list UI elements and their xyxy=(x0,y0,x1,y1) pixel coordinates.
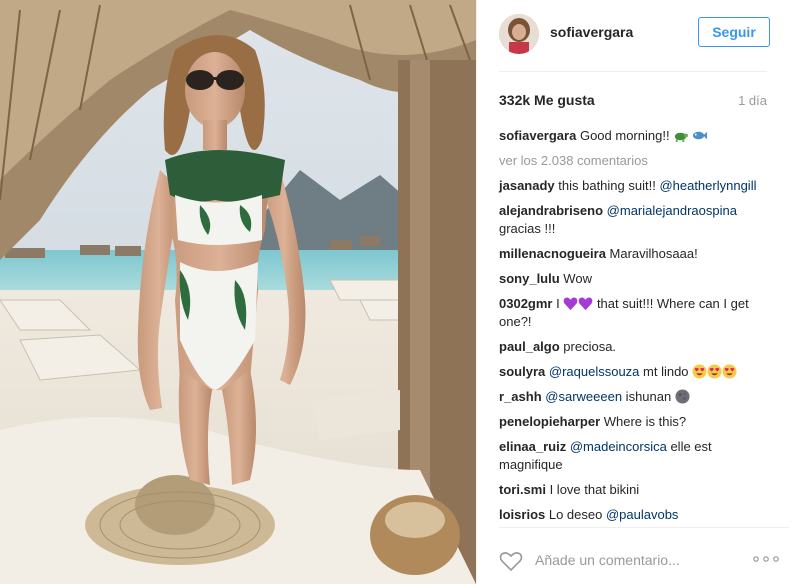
turtle-emoji-icon xyxy=(675,132,689,143)
view-all-comments-link[interactable]: ver los 2.038 comentarios xyxy=(499,152,769,170)
comment-username[interactable]: r_ashh xyxy=(499,389,542,404)
comment-row: loisrios Lo deseo @paulavobs xyxy=(499,506,769,524)
comment-username[interactable]: millenacnogueira xyxy=(499,246,606,261)
comment-row: 0302gmr I that suit!!! Where can I get o… xyxy=(499,295,769,331)
caption: sofiavergara Good morning!! xyxy=(499,127,769,145)
comment-rows: jasanady this bathing suit!! @heatherlyn… xyxy=(499,177,769,524)
comment-username[interactable]: loisrios xyxy=(499,507,545,522)
comment-row: millenacnogueira Maravilhosaaa! xyxy=(499,245,769,263)
comment-text: preciosa. xyxy=(559,339,617,354)
heart-eyes-emoji-icon xyxy=(692,364,707,379)
caption-text: Good morning!! xyxy=(579,128,670,143)
comments-list: sofiavergara Good morning!! ver los 2.03… xyxy=(499,127,769,531)
follow-button[interactable]: Seguir xyxy=(698,17,770,47)
mention-link[interactable]: @heatherlynngill xyxy=(659,178,756,193)
comment-text: gracias !!! xyxy=(499,221,556,236)
post-photo[interactable] xyxy=(0,0,476,584)
heart-outline-icon[interactable] xyxy=(499,550,523,572)
comment-username[interactable]: elinaa_ruiz xyxy=(499,439,566,454)
comment-username[interactable]: penelopieharper xyxy=(499,414,600,429)
comment-row: sony_lulu Wow xyxy=(499,270,769,288)
heart-eyes-emoji-icon xyxy=(722,364,737,379)
comment-text: this bathing suit!! xyxy=(554,178,660,193)
comment-row: r_ashh @sarweeeen ishunan xyxy=(499,388,769,406)
post-stats: 332k Me gusta 1 día xyxy=(499,92,767,110)
comment-row: penelopieharper Where is this? xyxy=(499,413,769,431)
comment-input[interactable]: Añade un comentario... xyxy=(535,552,680,568)
comment-username[interactable]: jasanady xyxy=(499,178,555,193)
comment-text: Maravilhosaaa! xyxy=(605,246,698,261)
avatar[interactable] xyxy=(499,14,539,54)
comment-text: mt lindo xyxy=(639,364,693,379)
avatar-image xyxy=(499,14,539,54)
likes-count[interactable]: 332k Me gusta xyxy=(499,92,595,108)
comment-text: I xyxy=(552,296,564,311)
comment-username[interactable]: tori.smi xyxy=(499,482,546,497)
heart-eyes-emoji-icon xyxy=(707,364,722,379)
comment-username[interactable]: soulyra xyxy=(499,364,545,379)
mention-link[interactable]: @paulavobs xyxy=(606,507,678,522)
post-photo-image xyxy=(0,0,476,584)
post-sidebar: sofiavergara Seguir 332k Me gusta 1 día … xyxy=(476,0,797,584)
comment-username[interactable]: 0302gmr xyxy=(499,296,552,311)
comment-text: Wow xyxy=(559,271,592,286)
mention-link[interactable]: @marialejandraospina xyxy=(607,203,737,218)
post-header: sofiavergara Seguir xyxy=(499,12,770,72)
comment-text: Where is this? xyxy=(600,414,687,429)
comment-username[interactable]: alejandrabriseno xyxy=(499,203,603,218)
comment-row: paul_algo preciosa. xyxy=(499,338,769,356)
comment-username[interactable]: paul_algo xyxy=(499,339,560,354)
purple-heart-emoji-icon xyxy=(578,296,593,311)
comment-username[interactable]: sony_lulu xyxy=(499,271,560,286)
comment-text: ishunan xyxy=(622,389,675,404)
comment-row: alejandrabriseno @marialejandraospina gr… xyxy=(499,202,769,238)
comment-row: elinaa_ruiz @madeincorsica elle est magn… xyxy=(499,438,769,474)
mention-link[interactable]: @sarweeeen xyxy=(545,389,622,404)
post-username[interactable]: sofiavergara xyxy=(550,24,633,40)
comment-text: I love that bikini xyxy=(545,482,640,497)
comment-row: soulyra @raquelssouza mt lindo xyxy=(499,363,769,381)
moon-emoji-icon xyxy=(675,389,690,404)
post-time[interactable]: 1 día xyxy=(738,93,767,108)
comment-row: jasanady this bathing suit!! @heatherlyn… xyxy=(499,177,769,195)
purple-heart-emoji-icon xyxy=(563,296,578,311)
fish-emoji-icon xyxy=(692,131,707,140)
caption-username[interactable]: sofiavergara xyxy=(499,128,576,143)
more-options-icon[interactable] xyxy=(753,556,779,562)
comment-text: Lo deseo xyxy=(545,507,606,522)
mention-link[interactable]: @raquelssouza xyxy=(549,364,640,379)
comment-footer: Añade un comentario... xyxy=(499,527,789,584)
mention-link[interactable]: @madeincorsica xyxy=(570,439,667,454)
comment-row: tori.smi I love that bikini xyxy=(499,481,769,499)
